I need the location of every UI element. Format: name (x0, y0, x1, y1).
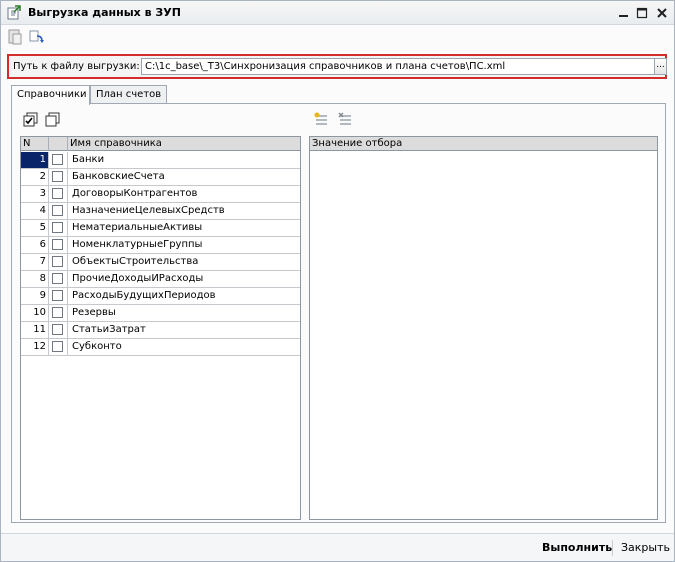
row-name: РасходыБудущихПериодов (72, 290, 216, 301)
table-header: N Имя справочника (21, 137, 300, 151)
check-all-icon (23, 112, 38, 127)
app-export-icon (7, 5, 21, 20)
export-path-label: Путь к файлу выгрузки: (13, 61, 140, 72)
table-row[interactable]: 5 НематериальныеАктивы (21, 220, 300, 237)
row-name: Субконто (72, 341, 122, 352)
row-checkbox[interactable] (49, 339, 68, 355)
table-row[interactable]: 9 РасходыБудущихПериодов (21, 288, 300, 305)
toolbar-document-button[interactable] (6, 28, 24, 46)
row-number: 3 (21, 186, 49, 202)
tab-chart-of-accounts[interactable]: План счетов (90, 85, 167, 104)
row-checkbox[interactable] (49, 271, 68, 287)
filter-values-table[interactable]: Значение отбора (309, 136, 658, 520)
close-icon (657, 8, 667, 18)
document-icon (8, 29, 22, 45)
column-header-n[interactable]: N (21, 137, 49, 151)
row-checkbox[interactable] (49, 186, 68, 202)
table-row[interactable]: 10 Резервы (21, 305, 300, 322)
add-filter-icon (314, 112, 327, 125)
row-name: БанковскиеСчета (72, 171, 165, 182)
row-checkbox[interactable] (49, 152, 68, 168)
row-checkbox[interactable] (49, 254, 68, 270)
directories-panel: N Имя справочника 1 Банки 2 БанковскиеСч… (11, 103, 666, 523)
row-checkbox[interactable] (49, 169, 68, 185)
tab-directories[interactable]: Справочники (11, 85, 90, 105)
row-number: 8 (21, 271, 49, 287)
row-checkbox[interactable] (49, 305, 68, 321)
row-checkbox[interactable] (49, 322, 68, 338)
row-checkbox[interactable] (49, 220, 68, 236)
row-name: ОбъектыСтроительства (72, 256, 199, 267)
row-number: 12 (21, 339, 49, 355)
table-row[interactable]: 1 Банки (21, 152, 300, 169)
row-number: 1 (21, 152, 49, 168)
export-window: Выгрузка данных в ЗУП Путь к файлу выгру… (0, 0, 675, 562)
column-header-filter-value[interactable]: Значение отбора (310, 137, 657, 151)
remove-filter-button[interactable] (336, 111, 354, 129)
table-row[interactable]: 3 ДоговорыКонтрагентов (21, 186, 300, 203)
row-number: 4 (21, 203, 49, 219)
minimize-button[interactable] (615, 4, 633, 22)
row-checkbox[interactable] (49, 237, 68, 253)
table-row[interactable]: 7 ОбъектыСтроительства (21, 254, 300, 271)
table-row[interactable]: 12 Субконто (21, 339, 300, 356)
remove-filter-icon (338, 112, 351, 125)
directories-table[interactable]: N Имя справочника 1 Банки 2 БанковскиеСч… (20, 136, 301, 520)
uncheck-all-icon (45, 112, 60, 127)
bottom-bar: Выполнить Закрыть (1, 533, 674, 561)
row-name: НазначениеЦелевыхСредств (72, 205, 225, 216)
minimize-icon (619, 15, 628, 17)
footer-divider (612, 540, 613, 556)
table-row[interactable]: 8 ПрочиеДоходыИРасходы (21, 271, 300, 288)
maximize-button[interactable] (633, 4, 651, 22)
close-dialog-button[interactable]: Закрыть (621, 539, 670, 557)
table-row[interactable]: 2 БанковскиеСчета (21, 169, 300, 186)
toolbar (1, 26, 674, 48)
row-number: 10 (21, 305, 49, 321)
table-row[interactable]: 4 НазначениеЦелевыхСредств (21, 203, 300, 220)
table-row[interactable]: 6 НоменклатурныеГруппы (21, 237, 300, 254)
add-filter-button[interactable] (312, 111, 330, 129)
table-row[interactable]: 11 СтатьиЗатрат (21, 322, 300, 339)
row-number: 7 (21, 254, 49, 270)
refresh-arrow-icon (29, 30, 44, 43)
toolbar-refresh-button[interactable] (27, 28, 45, 46)
export-path-input[interactable]: C:\1c_base\_T3\Синхронизация справочнико… (141, 58, 655, 75)
row-checkbox[interactable] (49, 203, 68, 219)
browse-button[interactable]: ... (655, 58, 667, 75)
run-button[interactable]: Выполнить (542, 539, 612, 557)
column-header-check[interactable] (49, 137, 68, 151)
row-number: 6 (21, 237, 49, 253)
row-name: НоменклатурныеГруппы (72, 239, 203, 250)
row-number: 5 (21, 220, 49, 236)
row-name: НематериальныеАктивы (72, 222, 203, 233)
row-number: 9 (21, 288, 49, 304)
row-checkbox[interactable] (49, 288, 68, 304)
title-bar: Выгрузка данных в ЗУП (1, 1, 674, 25)
row-name: ДоговорыКонтрагентов (72, 188, 198, 199)
close-button[interactable] (653, 4, 671, 22)
row-name: ПрочиеДоходыИРасходы (72, 273, 204, 284)
row-name: Резервы (72, 307, 116, 318)
export-path-row: Путь к файлу выгрузки: C:\1c_base\_T3\Си… (7, 54, 667, 79)
check-all-button[interactable] (22, 111, 40, 129)
row-number: 2 (21, 169, 49, 185)
row-number: 11 (21, 322, 49, 338)
window-title: Выгрузка данных в ЗУП (28, 6, 181, 19)
maximize-icon (636, 7, 648, 19)
column-header-name[interactable]: Имя справочника (68, 137, 300, 151)
row-name: Банки (72, 154, 105, 165)
uncheck-all-button[interactable] (44, 111, 62, 129)
filter-table-header: Значение отбора (310, 137, 657, 151)
row-name: СтатьиЗатрат (72, 324, 146, 335)
